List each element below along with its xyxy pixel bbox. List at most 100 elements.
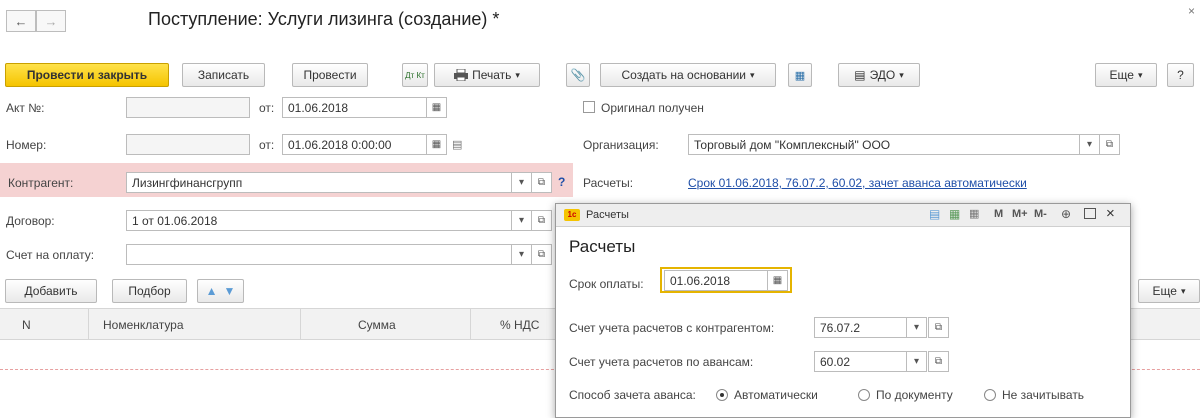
account-counterparty-input[interactable]: 76.07.2 — [814, 317, 907, 338]
counterparty-input[interactable]: Лизингфинансгрупп — [126, 172, 512, 193]
structure-button[interactable]: ▦ — [788, 63, 812, 87]
add-button[interactable]: Добавить — [5, 279, 97, 303]
act-number-label: Акт №: — [6, 101, 45, 115]
act-number-input[interactable] — [126, 97, 250, 118]
organization-label: Организация: — [583, 138, 659, 152]
app-logo-icon: 1c — [564, 209, 580, 221]
dialog-window-title: Расчеты — [586, 209, 629, 221]
table-icon[interactable]: ▦ — [949, 207, 960, 221]
column-n[interactable]: N — [22, 318, 31, 332]
arrow-down-icon[interactable]: ▼ — [224, 284, 236, 298]
open-icon[interactable]: ⧉ — [928, 317, 949, 338]
radio-automatic-label[interactable]: Автоматически — [734, 388, 818, 402]
list-icon[interactable]: ▤ — [452, 138, 462, 151]
chevron-down-icon[interactable]: ▾ — [906, 351, 927, 372]
column-vat[interactable]: % НДС — [500, 318, 539, 332]
zoom-icon[interactable]: ⊕ — [1061, 207, 1071, 221]
chevron-down-icon: ▾ — [1180, 285, 1186, 296]
radio-no-offset-label[interactable]: Не зачитывать — [1002, 388, 1084, 402]
table-more-label: Еще — [1152, 284, 1177, 298]
memory-minus-button[interactable]: M- — [1034, 208, 1047, 220]
counterparty-label: Контрагент: — [8, 176, 74, 190]
post-button[interactable]: Провести — [292, 63, 368, 87]
open-icon[interactable]: ⧉ — [1099, 134, 1120, 155]
maximize-icon[interactable] — [1084, 208, 1096, 219]
open-icon[interactable]: ⧉ — [928, 351, 949, 372]
calendar-icon[interactable]: ▦ — [767, 270, 788, 291]
back-arrow-icon: ← — [14, 13, 28, 29]
edo-button[interactable]: ▤ ЭДО ▾ — [838, 63, 920, 87]
save-file-icon[interactable]: ▤ — [929, 207, 940, 221]
column-separator — [88, 308, 89, 340]
chevron-down-icon[interactable]: ▾ — [1079, 134, 1100, 155]
chevron-down-icon[interactable]: ▾ — [511, 244, 532, 265]
back-button[interactable]: ← — [6, 10, 36, 32]
save-label: Записать — [197, 68, 250, 82]
chevron-down-icon: ▾ — [515, 69, 520, 80]
act-date-input[interactable]: 01.06.2018 — [282, 97, 427, 118]
original-received-checkbox[interactable] — [583, 101, 595, 113]
open-icon[interactable]: ⧉ — [531, 244, 552, 265]
account-counterparty-label: Счет учета расчетов с контрагентом: — [569, 321, 775, 335]
close-icon[interactable]: × — [1106, 205, 1115, 222]
advance-offset-label: Способ зачета аванса: — [569, 388, 696, 402]
more-label: Еще — [1109, 68, 1134, 82]
create-based-on-button[interactable]: Создать на основании ▾ — [600, 63, 776, 87]
number-date-input[interactable]: 01.06.2018 0:00:00 — [282, 134, 427, 155]
arrow-up-icon[interactable]: ▲ — [206, 284, 218, 298]
table-more-button[interactable]: Еще ▾ — [1138, 279, 1200, 303]
calendar-icon[interactable]: ▦ — [426, 97, 447, 118]
help-button[interactable]: ? — [1167, 63, 1194, 87]
invoice-label: Счет на оплату: — [6, 248, 95, 262]
account-advance-input[interactable]: 60.02 — [814, 351, 907, 372]
number-input[interactable] — [126, 134, 250, 155]
column-sum[interactable]: Сумма — [358, 318, 396, 332]
close-icon[interactable]: × — [1188, 4, 1195, 18]
chevron-down-icon: ▾ — [1137, 69, 1143, 80]
organization-input[interactable]: Торговый дом "Комплексный" ООО — [688, 134, 1080, 155]
account-advance-label: Счет учета расчетов по авансам: — [569, 355, 754, 369]
due-date-input[interactable]: 01.06.2018 — [664, 270, 768, 291]
column-nomenclature[interactable]: Номенклатура — [103, 318, 184, 332]
open-icon[interactable]: ⧉ — [531, 210, 552, 231]
more-button[interactable]: Еще ▾ — [1095, 63, 1157, 87]
settlements-link[interactable]: Срок 01.06.2018, 76.07.2, 60.02, зачет а… — [688, 176, 1027, 190]
radio-by-document-label[interactable]: По документу — [876, 388, 953, 402]
move-buttons[interactable]: ▲ ▼ — [197, 279, 244, 303]
forward-button[interactable]: → — [36, 10, 66, 32]
memory-plus-button[interactable]: M+ — [1012, 208, 1028, 220]
post-and-close-button[interactable]: Провести и закрыть — [5, 63, 169, 87]
chevron-down-icon[interactable]: ▾ — [511, 210, 532, 231]
dt-kt-button[interactable]: Дт Кт — [402, 63, 428, 87]
edo-label: ЭДО — [869, 68, 896, 82]
act-date-label: от: — [259, 101, 275, 115]
number-date-label: от: — [259, 138, 275, 152]
chevron-down-icon[interactable]: ▾ — [906, 317, 927, 338]
radio-no-offset[interactable] — [984, 389, 996, 401]
chevron-down-icon[interactable]: ▾ — [511, 172, 532, 193]
radio-by-document[interactable] — [858, 389, 870, 401]
invoice-input[interactable] — [126, 244, 512, 265]
calendar-icon[interactable]: ▦ — [426, 134, 447, 155]
select-button[interactable]: Подбор — [112, 279, 187, 303]
print-button[interactable]: Печать ▾ — [434, 63, 540, 87]
select-label: Подбор — [128, 284, 171, 298]
contract-input[interactable]: 1 от 01.06.2018 — [126, 210, 512, 231]
open-icon[interactable]: ⧉ — [531, 172, 552, 193]
page-title: Поступление: Услуги лизинга (создание) * — [148, 9, 500, 29]
radio-automatic[interactable] — [716, 389, 728, 401]
paperclip-icon: 📎 — [570, 68, 586, 82]
memory-m-button[interactable]: M — [994, 208, 1003, 220]
settlements-dialog: 1c Расчеты ▤ ▦ ▦ M M+ M- ⊕ × Расчеты Сро… — [555, 203, 1131, 418]
attach-button[interactable]: 📎 — [566, 63, 590, 87]
post-and-close-label: Провести и закрыть — [26, 68, 148, 82]
question-icon[interactable]: ? — [558, 175, 565, 189]
save-button[interactable]: Записать — [182, 63, 265, 87]
add-label: Добавить — [24, 284, 78, 298]
create-based-on-label: Создать на основании — [621, 68, 746, 82]
forward-arrow-icon: → — [44, 13, 58, 29]
dt-kt-icon: Дт Кт — [405, 70, 425, 80]
column-separator — [300, 308, 301, 340]
number-label: Номер: — [6, 138, 47, 152]
calendar-icon[interactable]: ▦ — [969, 207, 979, 220]
